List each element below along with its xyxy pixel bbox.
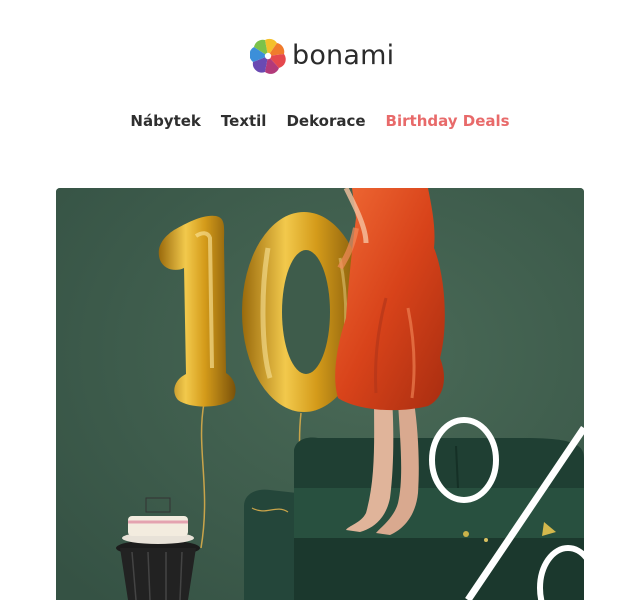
side-table	[116, 540, 200, 600]
brand-name: bonami	[292, 40, 395, 71]
nav-item-birthday-deals[interactable]: Birthday Deals	[386, 109, 510, 133]
nav-item-dekorace[interactable]: Dekorace	[286, 109, 365, 133]
email-header: bonami Nábytek Textil Dekorace Birthday …	[0, 0, 640, 160]
hero-birthday-image	[56, 188, 584, 600]
nav-item-nabytek[interactable]: Nábytek	[130, 109, 201, 133]
nav-item-textil[interactable]: Textil	[221, 109, 267, 133]
main-navigation: Nábytek Textil Dekorace Birthday Deals	[0, 109, 640, 133]
bonami-logo[interactable]: bonami	[250, 38, 394, 74]
flower-logo-icon	[250, 38, 286, 74]
hero-banner[interactable]	[56, 188, 584, 600]
